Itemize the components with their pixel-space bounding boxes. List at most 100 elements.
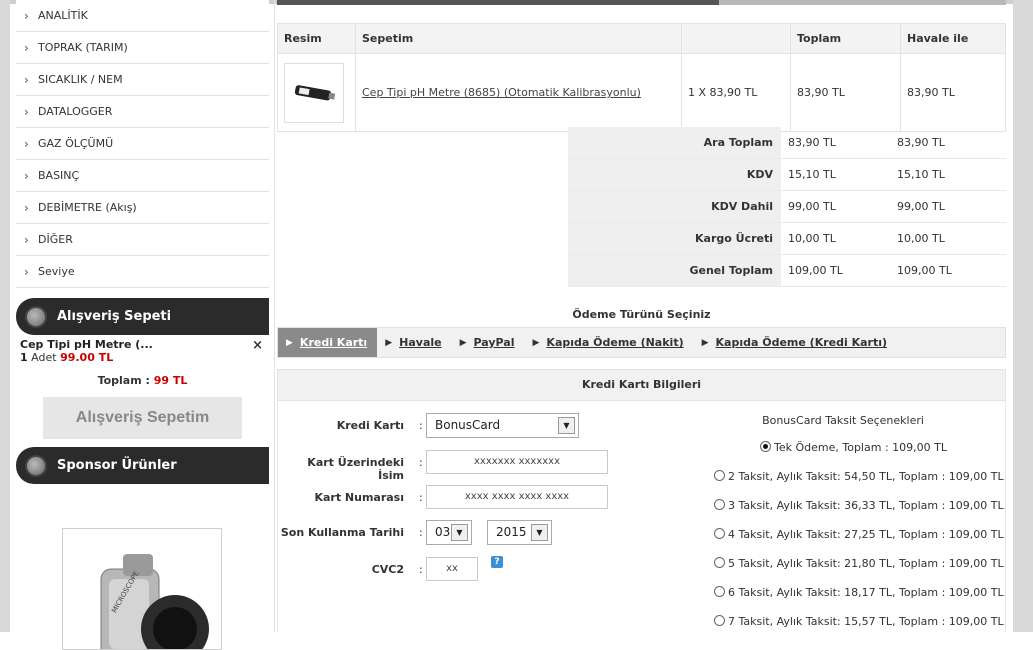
category-item[interactable]: › DATALOGGER: [16, 96, 269, 128]
category-label: Seviye: [38, 265, 75, 278]
tab-paypal[interactable]: ▶ PayPal: [452, 328, 525, 357]
card-type-label: Kredi Kartı: [336, 419, 404, 432]
product-link[interactable]: Cep Tipi pH Metre (8685) (Otomatik Kalib…: [362, 86, 641, 99]
category-label: DEBİMETRE (Akış): [38, 201, 137, 214]
cart-panel-header: Alışveriş Sepeti: [16, 298, 269, 335]
chevron-right-icon: ›: [24, 72, 29, 87]
sidebar-divider: [274, 0, 275, 632]
category-item[interactable]: › DEBİMETRE (Akış): [16, 192, 269, 224]
expiry-year-select[interactable]: 2015 ▼: [487, 520, 552, 545]
main-content: Resim Sepetim Toplam Havale ile Cep Tipi…: [277, 0, 1006, 632]
radio-button[interactable]: [714, 499, 725, 510]
chevron-down-icon: ▼: [531, 524, 548, 541]
chevron-right-icon: ›: [24, 168, 29, 183]
category-label: GAZ ÖLÇÜMÜ: [38, 137, 114, 150]
expiry-label: Son Kullanma Tarihi: [280, 526, 404, 539]
summary-row: Genel Toplam 109,00 TL 109,00 TL: [568, 255, 1006, 287]
radio-button[interactable]: [714, 557, 725, 568]
summary-value: 10,00 TL: [788, 232, 836, 245]
category-item[interactable]: › ANALİTİK: [16, 0, 269, 32]
mini-cart-total-label: Toplam :: [97, 374, 150, 387]
mini-cart-qty-label: Adet: [31, 351, 57, 364]
mini-cart-item: Cep Tipi pH Metre (... × 1 Adet 99.00 TL: [16, 335, 269, 364]
col-header-cart: Sepetim: [355, 23, 682, 54]
tab-kredi-karti[interactable]: ▶ Kredi Kartı: [278, 328, 378, 357]
expiry-month-value: 03: [435, 525, 451, 539]
credit-card-form: Kredi Kartı : BonusCard ▼ Kart Üzerindek…: [277, 401, 1006, 632]
category-label: SICAKLIK / NEM: [38, 73, 123, 86]
summary-value: 15,10 TL: [788, 168, 836, 181]
installment-label: 4 Taksit, Aylık Taksit: 27,25 TL, Toplam…: [728, 528, 1004, 541]
colon: :: [419, 419, 423, 432]
help-icon[interactable]: ?: [491, 556, 503, 568]
category-item[interactable]: › DİĞER: [16, 224, 269, 256]
expiry-month-select[interactable]: 03 ▼: [426, 520, 472, 545]
chevron-right-icon: ›: [24, 40, 29, 55]
category-item[interactable]: › GAZ ÖLÇÜMÜ: [16, 128, 269, 160]
card-number-input[interactable]: xxxx xxxx xxxx xxxx: [426, 485, 608, 509]
mini-cart-item-qty: 1 Adet 99.00 TL: [20, 351, 265, 364]
installment-option[interactable]: 2 Taksit, Aylık Taksit: 54,50 TL, Toplam…: [714, 470, 1004, 483]
window-frame-left: [0, 0, 10, 632]
category-item[interactable]: › BASINÇ: [16, 160, 269, 192]
installment-option[interactable]: 3 Taksit, Aylık Taksit: 36,33 TL, Toplam…: [714, 499, 1004, 512]
remove-item-icon[interactable]: ×: [252, 338, 263, 353]
card-type-select[interactable]: BonusCard ▼: [426, 413, 579, 438]
cvc-input[interactable]: xx: [426, 557, 478, 581]
installment-option[interactable]: 5 Taksit, Aylık Taksit: 21,80 TL, Toplam…: [714, 557, 1004, 570]
installment-label: 7 Taksit, Aylık Taksit: 15,57 TL, Toplam…: [728, 615, 1004, 628]
mini-cart-item-name[interactable]: Cep Tipi pH Metre (...: [20, 338, 265, 351]
card-name-input[interactable]: xxxxxxx xxxxxxx: [426, 450, 608, 474]
installment-label: 6 Taksit, Aylık Taksit: 18,17 TL, Toplam…: [728, 586, 1004, 599]
summary-label: Genel Toplam: [568, 255, 781, 286]
col-header-havale: Havale ile: [900, 23, 1006, 54]
installment-label: 5 Taksit, Aylık Taksit: 21,80 TL, Toplam…: [728, 557, 1004, 570]
triangle-right-icon: ▶: [701, 337, 709, 348]
colon: :: [419, 563, 423, 576]
tab-label: Kapıda Ödeme (Nakit): [546, 336, 684, 349]
mini-cart-total: Toplam : 99 TL: [16, 374, 269, 387]
installment-label: 2 Taksit, Aylık Taksit: 54,50 TL, Toplam…: [728, 470, 1004, 483]
bullet-icon: [25, 305, 47, 328]
mini-cart-qty: 1: [20, 351, 28, 364]
triangle-right-icon: ▶: [459, 337, 467, 348]
chevron-right-icon: ›: [24, 232, 29, 247]
summary-row: Ara Toplam 83,90 TL 83,90 TL: [568, 127, 1006, 159]
installment-option[interactable]: 4 Taksit, Aylık Taksit: 27,25 TL, Toplam…: [714, 528, 1004, 541]
tab-havale[interactable]: ▶ Havale: [377, 328, 451, 357]
col-header-qty: [681, 23, 791, 54]
summary-label: KDV: [568, 159, 781, 190]
chevron-right-icon: ›: [24, 136, 29, 151]
category-item[interactable]: › Seviye: [16, 256, 269, 288]
summary-value: 109,00 TL: [788, 264, 843, 277]
product-thumbnail[interactable]: [284, 62, 344, 123]
tab-kapida-kredi[interactable]: ▶ Kapıda Ödeme (Kredi Kartı): [694, 328, 897, 357]
installment-option[interactable]: 7 Taksit, Aylık Taksit: 15,57 TL, Toplam…: [714, 615, 1004, 628]
sponsor-panel-title: Sponsor Ürünler: [57, 458, 177, 473]
radio-button[interactable]: [714, 528, 725, 539]
radio-button[interactable]: [760, 441, 771, 452]
installment-label: Tek Ödeme, Toplam : 109,00 TL: [774, 441, 947, 454]
colon: :: [419, 456, 423, 469]
view-cart-button[interactable]: Alışveriş Sepetim: [43, 397, 242, 439]
category-item[interactable]: › SICAKLIK / NEM: [16, 64, 269, 96]
radio-button[interactable]: [714, 586, 725, 597]
top-progress-bar: [277, 0, 1006, 5]
radio-button[interactable]: [714, 470, 725, 481]
installment-option[interactable]: Tek Ödeme, Toplam : 109,00 TL: [760, 441, 947, 454]
category-item[interactable]: › TOPRAK (TARIM): [16, 32, 269, 64]
summary-row: KDV 15,10 TL 15,10 TL: [568, 159, 1006, 191]
cvc-label: CVC2: [371, 563, 404, 576]
tab-kapida-nakit[interactable]: ▶ Kapıda Ödeme (Nakit): [525, 328, 694, 357]
installment-option[interactable]: 6 Taksit, Aylık Taksit: 18,17 TL, Toplam…: [714, 586, 1004, 599]
credit-card-section-title: Kredi Kartı Bilgileri: [277, 369, 1006, 401]
summary-row: Kargo Ücreti 10,00 TL 10,00 TL: [568, 223, 1006, 255]
product-name-cell: Cep Tipi pH Metre (8685) (Otomatik Kalib…: [355, 53, 682, 132]
triangle-right-icon: ▶: [532, 337, 540, 348]
category-label: DİĞER: [38, 233, 73, 246]
payment-type-title: Ödeme Türünü Seçiniz: [572, 308, 711, 321]
card-type-value: BonusCard: [435, 418, 501, 432]
summary-label: Ara Toplam: [568, 127, 781, 158]
radio-button[interactable]: [714, 615, 725, 626]
chevron-right-icon: ›: [24, 104, 29, 119]
